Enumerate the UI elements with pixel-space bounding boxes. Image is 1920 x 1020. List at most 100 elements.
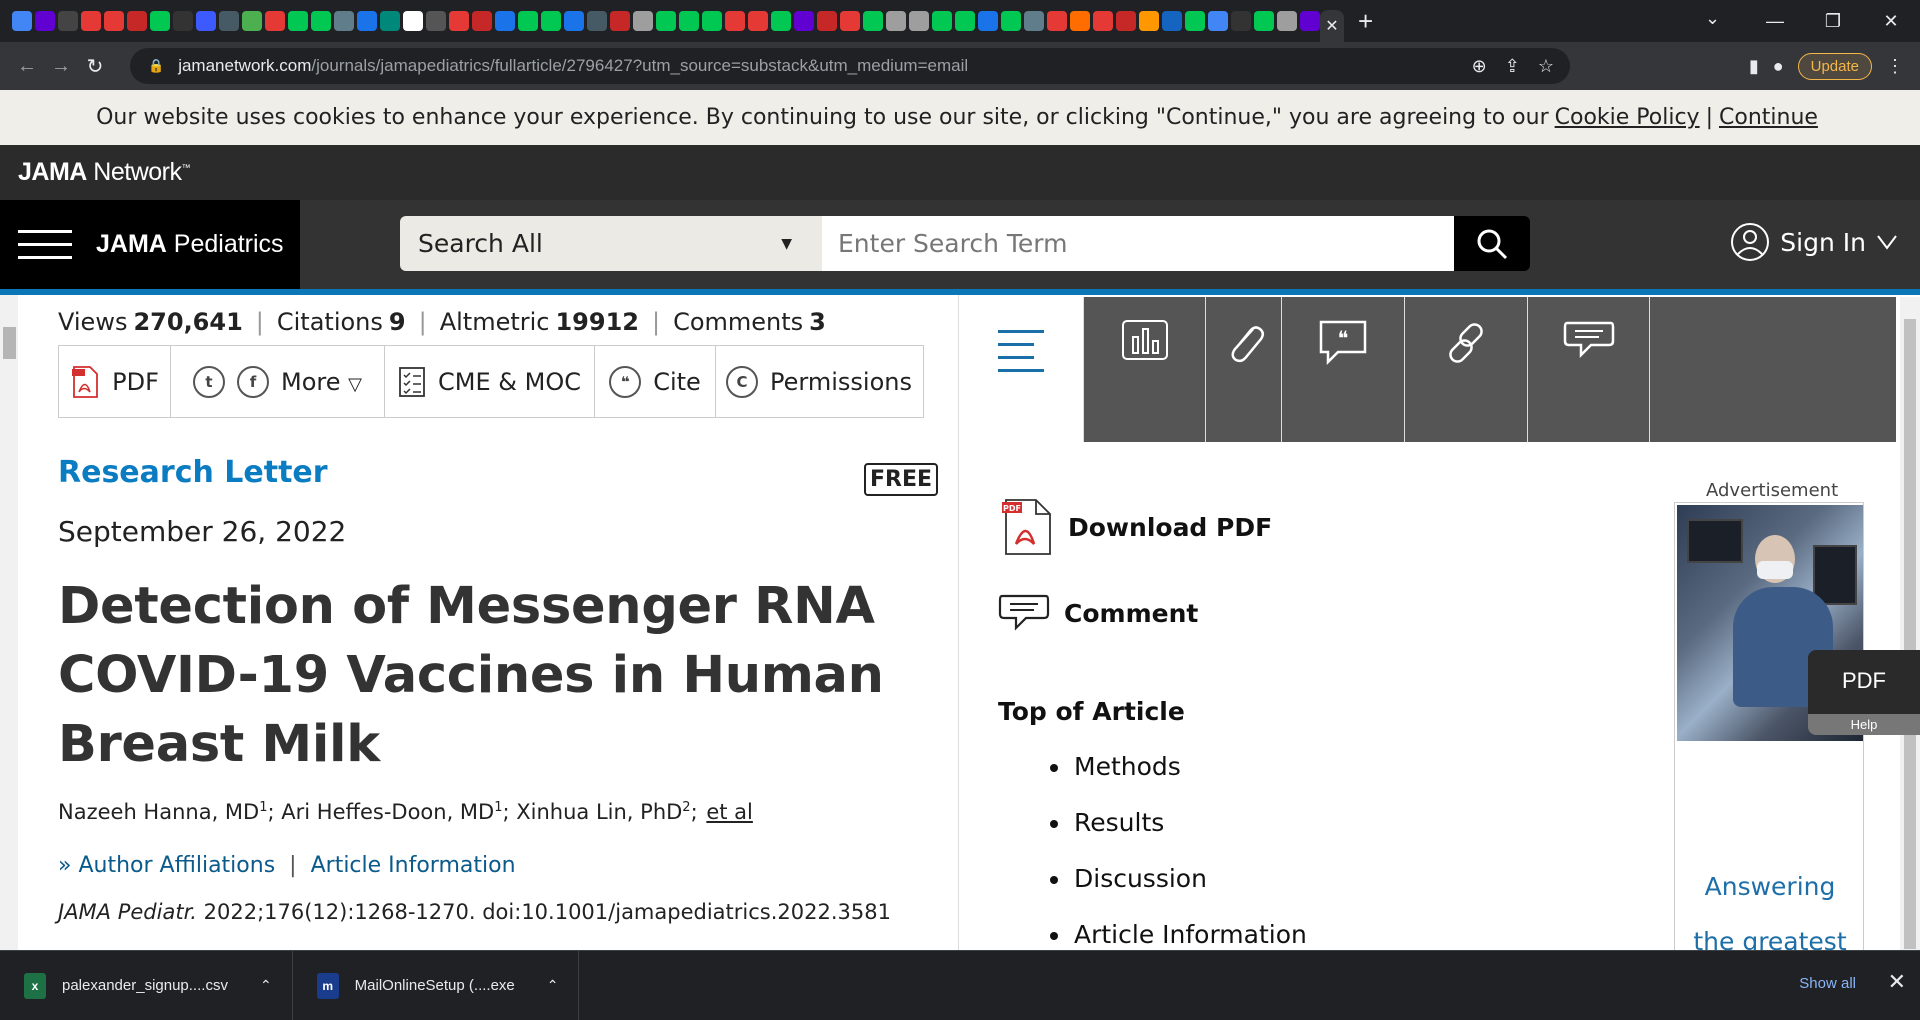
show-all-downloads-button[interactable]: Show all: [1799, 975, 1856, 992]
tab-favicon-icon[interactable]: [863, 11, 883, 31]
comment-link[interactable]: Comment: [998, 592, 1198, 634]
tab-favicon-icon[interactable]: [633, 11, 653, 31]
download-item[interactable]: m MailOnlineSetup (....exe ⌃: [293, 950, 580, 1020]
tab-favicon-icon[interactable]: [104, 11, 124, 31]
cme-moc-button[interactable]: CME & MOC: [385, 346, 595, 417]
tab-favicon-icon[interactable]: [610, 11, 630, 31]
sign-in-button[interactable]: Sign In: [1730, 222, 1898, 262]
floating-pdf-button[interactable]: PDF Help: [1808, 650, 1920, 735]
tab-favicon-icon[interactable]: [127, 11, 147, 31]
tab-favicon-icon[interactable]: [35, 11, 55, 31]
tab-favicon-icon[interactable]: [1093, 11, 1113, 31]
tab-favicon-icon[interactable]: [334, 11, 354, 31]
tab-favicon-icon[interactable]: [403, 11, 423, 31]
cite-tab[interactable]: ❝: [1281, 297, 1404, 442]
tab-favicon-icon[interactable]: [449, 11, 469, 31]
download-item[interactable]: x palexander_signup....csv ⌃: [0, 950, 293, 1020]
tab-favicon-icon[interactable]: [679, 11, 699, 31]
profile-icon[interactable]: ●: [1773, 56, 1784, 77]
cookie-continue-link[interactable]: Continue: [1719, 105, 1818, 130]
toc-heading[interactable]: Top of Article: [998, 697, 1185, 726]
zoom-icon[interactable]: ⊕: [1472, 56, 1487, 77]
tab-favicon-icon[interactable]: [426, 11, 446, 31]
journal-title[interactable]: JAMA Pediatrics: [96, 230, 284, 259]
tab-favicon-icon[interactable]: [564, 11, 584, 31]
attachments-tab[interactable]: [1205, 297, 1281, 442]
address-bar[interactable]: 🔒 jamanetwork.com /journals/jamapediatri…: [130, 48, 1570, 84]
tab-favicon-icon[interactable]: [748, 11, 768, 31]
tab-favicon-icon[interactable]: [380, 11, 400, 31]
tab-favicon-icon[interactable]: [725, 11, 745, 31]
author[interactable]: Ari Heffes-Doon, MD1: [281, 800, 502, 824]
tab-favicon-icon[interactable]: [288, 11, 308, 31]
tab-favicon-icon[interactable]: [173, 11, 193, 31]
tab-favicon-icon[interactable]: [219, 11, 239, 31]
tab-favicon-icon[interactable]: [12, 11, 32, 31]
facebook-icon[interactable]: f: [237, 365, 269, 398]
chevron-up-icon[interactable]: ⌃: [260, 977, 272, 994]
tab-favicon-icon[interactable]: [357, 11, 377, 31]
tab-favicon-icon[interactable]: [1231, 11, 1251, 31]
tab-favicon-icon[interactable]: [150, 11, 170, 31]
tab-favicon-icon[interactable]: [81, 11, 101, 31]
et-al-link[interactable]: et al: [706, 800, 753, 824]
download-pdf-link[interactable]: PDF Download PDF: [1000, 498, 1272, 556]
tab-close-icon[interactable]: ✕: [1325, 16, 1338, 36]
author[interactable]: Nazeeh Hanna, MD1: [58, 800, 268, 824]
tab-favicon-icon[interactable]: [886, 11, 906, 31]
tab-favicon-icon[interactable]: [495, 11, 515, 31]
tab-favicon-icon[interactable]: [1254, 11, 1274, 31]
author[interactable]: Xinhua Lin, PhD2: [516, 800, 690, 824]
cite-button[interactable]: ❝ Cite: [595, 346, 716, 417]
permissions-button[interactable]: C Permissions: [716, 346, 922, 417]
tab-favicon-icon[interactable]: [311, 11, 331, 31]
twitter-icon[interactable]: t: [193, 365, 225, 398]
tab-favicon-icon[interactable]: [702, 11, 722, 31]
search-button[interactable]: [1454, 216, 1530, 271]
search-input[interactable]: [822, 216, 1454, 271]
tab-favicon-icon[interactable]: [932, 11, 952, 31]
comments-tab[interactable]: [1527, 297, 1649, 442]
toc-item-results[interactable]: Results: [1050, 808, 1307, 864]
share-icon[interactable]: ⇪: [1505, 56, 1520, 77]
pdf-button[interactable]: PDF: [59, 346, 171, 417]
tab-favicon-icon[interactable]: [1070, 11, 1090, 31]
tab-favicon-icon[interactable]: [265, 11, 285, 31]
toc-toggle-icon[interactable]: [998, 330, 1044, 372]
cookie-policy-link[interactable]: Cookie Policy: [1555, 105, 1700, 130]
tab-favicon-icon[interactable]: [1047, 11, 1067, 31]
menu-hamburger-icon[interactable]: [18, 230, 72, 259]
comments-metric[interactable]: Comments 3: [673, 308, 826, 336]
menu-kebab-icon[interactable]: ⋮: [1886, 56, 1904, 77]
close-window-button[interactable]: ✕: [1862, 11, 1920, 32]
jama-network-logo[interactable]: JAMA Network™: [18, 158, 190, 187]
minimize-button[interactable]: —: [1746, 11, 1804, 32]
tab-favicon-icon[interactable]: [978, 11, 998, 31]
new-tab-button[interactable]: +: [1358, 8, 1373, 34]
author-affiliations-link[interactable]: » Author Affiliations: [58, 853, 275, 878]
tab-favicon-icon[interactable]: [955, 11, 975, 31]
side-panel-icon[interactable]: ▮: [1749, 56, 1759, 77]
views-metric[interactable]: Views 270,641: [58, 308, 243, 336]
tab-favicon-icon[interactable]: [472, 11, 492, 31]
left-scrollbar[interactable]: [0, 295, 18, 950]
tab-favicon-icon[interactable]: [1300, 11, 1320, 31]
help-button[interactable]: Help: [1808, 714, 1920, 735]
tab-favicon-icon[interactable]: [196, 11, 216, 31]
tab-favicon-icon[interactable]: [1277, 11, 1297, 31]
tab-favicon-icon[interactable]: [541, 11, 561, 31]
search-scope-select[interactable]: Search All ▼: [400, 216, 822, 271]
tab-favicon-icon[interactable]: [1116, 11, 1136, 31]
tab-favicon-icon[interactable]: [58, 11, 78, 31]
tab-search-icon[interactable]: ⌄: [1705, 8, 1720, 29]
update-button[interactable]: Update: [1797, 52, 1872, 80]
citations-metric[interactable]: Citations 9: [277, 308, 406, 336]
tab-favicon-icon[interactable]: [1024, 11, 1044, 31]
reload-icon[interactable]: ↻: [78, 54, 112, 79]
tab-favicon-icon[interactable]: [909, 11, 929, 31]
bookmark-star-icon[interactable]: ☆: [1538, 56, 1554, 77]
metrics-tab[interactable]: [1083, 297, 1205, 442]
toc-item-discussion[interactable]: Discussion: [1050, 864, 1307, 920]
tab-favicon-icon[interactable]: [771, 11, 791, 31]
tab-favicon-icon[interactable]: [656, 11, 676, 31]
